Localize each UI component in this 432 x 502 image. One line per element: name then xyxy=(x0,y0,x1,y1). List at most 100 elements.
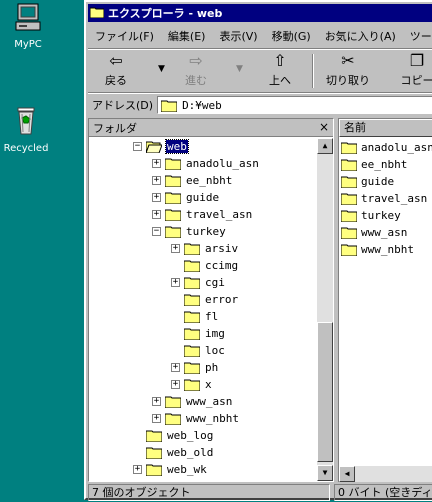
expand-icon[interactable]: + xyxy=(133,465,142,474)
folder-icon xyxy=(341,192,361,206)
menu-file[interactable]: ファイル(F) xyxy=(88,28,161,44)
tree-item[interactable]: fl xyxy=(171,308,219,325)
title-bar[interactable]: エクスプローラ - web xyxy=(88,4,432,22)
folder-icon xyxy=(184,344,204,358)
tree-item[interactable]: error xyxy=(171,291,239,308)
expand-icon[interactable]: + xyxy=(152,159,161,168)
copy-button[interactable]: ❐ コピー xyxy=(392,50,432,92)
desktop-icon-label: Recycled xyxy=(3,143,49,154)
tree-item[interactable]: loc xyxy=(171,342,226,359)
horizontal-scrollbar[interactable]: ◀ xyxy=(339,466,432,482)
folder-icon xyxy=(165,208,185,222)
expand-icon[interactable]: + xyxy=(171,278,180,287)
tree-item[interactable]: + arsiv xyxy=(171,240,239,257)
folder-icon xyxy=(341,243,361,257)
address-value: D:¥web xyxy=(182,98,222,112)
folder-icon xyxy=(184,242,204,256)
folder-icon xyxy=(341,209,361,223)
tree-item[interactable]: + www_nbht xyxy=(152,410,240,427)
folder-pane-title: フォルダ xyxy=(93,121,137,135)
close-icon[interactable]: × xyxy=(319,120,329,134)
scroll-up-button[interactable]: ▲ xyxy=(317,138,333,154)
tree-item[interactable]: + www_asn xyxy=(152,393,233,410)
file-list-pane: 名前 anadolu_asn ee_nbhtguide travel_asn turk… xyxy=(338,118,432,482)
folder-icon xyxy=(184,327,204,341)
tree-item[interactable]: web_log xyxy=(133,427,214,444)
tree-item[interactable]: + guide xyxy=(152,189,220,206)
scroll-down-button[interactable]: ▼ xyxy=(317,465,333,481)
expand-icon[interactable]: + xyxy=(171,244,180,253)
address-input[interactable]: D:¥web xyxy=(157,96,432,114)
back-button[interactable]: ⇦ 戻る xyxy=(96,50,136,92)
tree-item[interactable]: + ee_nbht xyxy=(152,172,233,189)
tree-item[interactable]: + web_wk xyxy=(133,461,208,478)
file-list-item-label: guide xyxy=(361,175,395,188)
file-list-item[interactable]: turkey xyxy=(341,207,401,224)
back-arrow-icon: ⇦ xyxy=(109,51,123,70)
status-object-count: 7 個のオブジェクト xyxy=(88,484,330,501)
collapse-icon[interactable]: − xyxy=(133,142,142,151)
folder-icon xyxy=(341,226,361,240)
file-list-item[interactable]: travel_asn xyxy=(341,190,427,207)
folder-icon xyxy=(184,310,204,324)
expand-icon[interactable]: + xyxy=(171,380,180,389)
tree-item[interactable]: web_old xyxy=(133,444,214,461)
scroll-thumb[interactable] xyxy=(317,322,333,462)
explorer-window: エクスプローラ - web ファイル(F) 編集(E) 表示(V) 移動(G) … xyxy=(84,0,432,501)
menu-edit[interactable]: 編集(E) xyxy=(161,28,213,44)
tree-item[interactable]: + travel_asn xyxy=(152,206,253,223)
forward-button[interactable]: ⇨ 進む xyxy=(176,50,216,92)
expand-icon[interactable]: + xyxy=(152,414,161,423)
expand-icon[interactable]: + xyxy=(152,210,161,219)
file-list-item[interactable]: www_asn xyxy=(341,224,407,241)
tree-item-label: x xyxy=(205,378,212,391)
scroll-left-button[interactable]: ◀ xyxy=(339,466,355,482)
tree-item[interactable]: + x xyxy=(171,376,213,393)
cut-label: 切り取り xyxy=(326,74,370,87)
folder-icon xyxy=(184,276,204,290)
tree-item[interactable]: + anadolu_asn xyxy=(152,155,260,172)
tree-item[interactable]: ccimg xyxy=(171,257,239,274)
tree-item[interactable]: − turkey xyxy=(152,223,227,240)
tree-item-label: cgi xyxy=(205,276,225,289)
menu-tools[interactable]: ツール xyxy=(403,28,432,44)
expand-icon[interactable]: + xyxy=(152,397,161,406)
tree-item[interactable]: − web xyxy=(133,138,189,155)
up-folder-icon: ⇧ xyxy=(273,51,287,70)
vertical-scrollbar[interactable]: ▲ ▼ xyxy=(317,138,333,481)
back-dropdown-icon[interactable]: ▼ xyxy=(158,64,165,74)
expand-icon[interactable]: + xyxy=(171,363,180,372)
tree-item[interactable]: + ph xyxy=(171,359,219,376)
folder-icon xyxy=(341,175,361,189)
expand-icon[interactable]: + xyxy=(152,176,161,185)
file-list-item[interactable]: anadolu_asn xyxy=(341,139,432,156)
toolbar: ⇦ 戻る ▼ ⇨ 進む ▼ ⇧ 上へ ✂ 切り取り ❐ コピー xyxy=(88,50,432,92)
collapse-icon[interactable]: − xyxy=(152,227,161,236)
column-header-name[interactable]: 名前 xyxy=(339,119,432,137)
cut-button[interactable]: ✂ 切り取り xyxy=(320,50,376,92)
tree-item-label: web_log xyxy=(167,429,214,442)
tree-item[interactable]: img xyxy=(171,325,226,342)
forward-arrow-icon: ⇨ xyxy=(189,51,203,70)
forward-dropdown-icon[interactable]: ▼ xyxy=(236,64,243,74)
up-button[interactable]: ⇧ 上へ xyxy=(258,50,302,92)
expand-icon[interactable]: + xyxy=(152,193,161,202)
file-list-item[interactable]: guide xyxy=(341,173,394,190)
tree-item-label: www_nbht xyxy=(186,412,239,425)
file-list-item[interactable]: www_nbht xyxy=(341,241,414,258)
desktop-icon-recycled[interactable]: Recycled xyxy=(0,104,54,154)
menu-go[interactable]: 移動(G) xyxy=(265,28,318,44)
tree-item[interactable]: + cgi xyxy=(171,274,226,291)
folder-icon xyxy=(184,378,204,392)
desktop-icon-mypc[interactable]: MyPC xyxy=(0,2,56,50)
up-label: 上へ xyxy=(269,74,291,87)
file-list-item-label: ee_nbht xyxy=(361,158,408,171)
tree-item-label: img xyxy=(205,327,225,340)
menu-favorites[interactable]: お気に入り(A) xyxy=(318,28,403,44)
tree-item-label: anadolu_asn xyxy=(186,157,259,170)
menu-view[interactable]: 表示(V) xyxy=(212,28,264,44)
file-list-item[interactable]: ee_nbht xyxy=(341,156,407,173)
